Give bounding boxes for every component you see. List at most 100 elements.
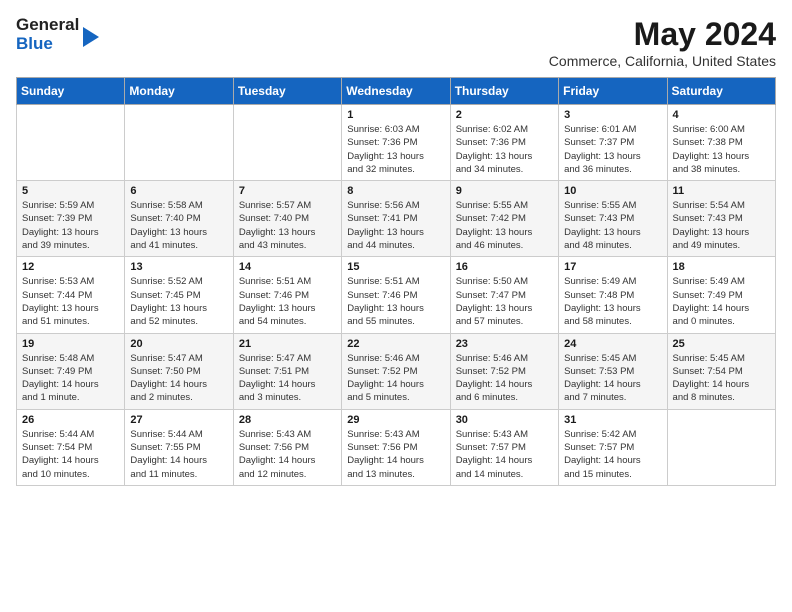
cell-content: Sunrise: 6:00 AM Sunset: 7:38 PM Dayligh… — [673, 123, 770, 176]
day-number: 21 — [239, 338, 336, 350]
calendar-cell: 8Sunrise: 5:56 AM Sunset: 7:41 PM Daylig… — [342, 181, 450, 257]
day-number: 7 — [239, 185, 336, 197]
cell-content: Sunrise: 5:43 AM Sunset: 7:56 PM Dayligh… — [239, 428, 336, 481]
col-header-friday: Friday — [559, 78, 667, 105]
day-number: 11 — [673, 185, 770, 197]
cell-content: Sunrise: 5:48 AM Sunset: 7:49 PM Dayligh… — [22, 352, 119, 405]
day-number: 26 — [22, 414, 119, 426]
calendar-cell: 25 Sunrise: 5:45 AM Sunset: 7:54 PM Dayli… — [667, 333, 775, 409]
calendar-cell: 15 Sunrise: 5:51 AM Sunset: 7:46 PM Dayli… — [342, 257, 450, 333]
col-header-monday: Monday — [125, 78, 233, 105]
day-number: 29 — [347, 414, 444, 426]
calendar-cell: 14Sunrise: 5:51 AM Sunset: 7:46 PM Dayli… — [233, 257, 341, 333]
calendar-cell: 7 Sunrise: 5:57 AM Sunset: 7:40 PM Daylig… — [233, 181, 341, 257]
day-number: 10 — [564, 185, 661, 197]
calendar-cell: 10 Sunrise: 5:55 AM Sunset: 7:43 PM Dayli… — [559, 181, 667, 257]
calendar-cell: 28 Sunrise: 5:43 AM Sunset: 7:56 PM Dayli… — [233, 409, 341, 485]
col-header-thursday: Thursday — [450, 78, 558, 105]
col-header-tuesday: Tuesday — [233, 78, 341, 105]
subtitle: Commerce, California, United States — [549, 53, 776, 69]
calendar-cell: 6 Sunrise: 5:58 AM Sunset: 7:40 PM Daylig… — [125, 181, 233, 257]
calendar-cell: 5Sunrise: 5:59 AM Sunset: 7:39 PM Daylig… — [17, 181, 125, 257]
calendar-cell — [17, 105, 125, 181]
cell-content: Sunrise: 5:58 AM Sunset: 7:40 PM Dayligh… — [130, 199, 227, 252]
day-number: 1 — [347, 109, 444, 121]
cell-content: Sunrise: 6:02 AM Sunset: 7:36 PM Dayligh… — [456, 123, 553, 176]
logo-blue: Blue — [16, 35, 79, 54]
day-number: 15 — [347, 261, 444, 273]
calendar-cell: 16 Sunrise: 5:50 AM Sunset: 7:47 PM Dayli… — [450, 257, 558, 333]
calendar-cell — [125, 105, 233, 181]
week-row-5: 26 Sunrise: 5:44 AM Sunset: 7:54 PM Dayli… — [17, 409, 776, 485]
calendar-header-row: SundayMondayTuesdayWednesdayThursdayFrid… — [17, 78, 776, 105]
calendar-cell: 11Sunrise: 5:54 AM Sunset: 7:43 PM Dayli… — [667, 181, 775, 257]
calendar-cell: 21 Sunrise: 5:47 AM Sunset: 7:51 PM Dayli… — [233, 333, 341, 409]
cell-content: Sunrise: 5:57 AM Sunset: 7:40 PM Dayligh… — [239, 199, 336, 252]
day-number: 3 — [564, 109, 661, 121]
day-number: 12 — [22, 261, 119, 273]
day-number: 6 — [130, 185, 227, 197]
day-number: 20 — [130, 338, 227, 350]
cell-content: Sunrise: 5:46 AM Sunset: 7:52 PM Dayligh… — [347, 352, 444, 405]
week-row-2: 5Sunrise: 5:59 AM Sunset: 7:39 PM Daylig… — [17, 181, 776, 257]
title-block: May 2024 Commerce, California, United St… — [549, 16, 776, 69]
calendar-cell: 27 Sunrise: 5:44 AM Sunset: 7:55 PM Dayli… — [125, 409, 233, 485]
cell-content: Sunrise: 5:53 AM Sunset: 7:44 PM Dayligh… — [22, 275, 119, 328]
calendar-cell: 22 Sunrise: 5:46 AM Sunset: 7:52 PM Dayli… — [342, 333, 450, 409]
day-number: 24 — [564, 338, 661, 350]
calendar-cell: 1Sunrise: 6:03 AM Sunset: 7:36 PM Daylig… — [342, 105, 450, 181]
calendar-cell: 29 Sunrise: 5:43 AM Sunset: 7:56 PM Dayli… — [342, 409, 450, 485]
cell-content: Sunrise: 5:43 AM Sunset: 7:56 PM Dayligh… — [347, 428, 444, 481]
day-number: 22 — [347, 338, 444, 350]
cell-content: Sunrise: 5:51 AM Sunset: 7:46 PM Dayligh… — [347, 275, 444, 328]
cell-content: Sunrise: 5:47 AM Sunset: 7:51 PM Dayligh… — [239, 352, 336, 405]
logo-text: General Blue — [16, 16, 79, 53]
cell-content: Sunrise: 5:50 AM Sunset: 7:47 PM Dayligh… — [456, 275, 553, 328]
day-number: 31 — [564, 414, 661, 426]
day-number: 2 — [456, 109, 553, 121]
calendar-cell: 9 Sunrise: 5:55 AM Sunset: 7:42 PM Daylig… — [450, 181, 558, 257]
cell-content: Sunrise: 5:45 AM Sunset: 7:53 PM Dayligh… — [564, 352, 661, 405]
day-number: 23 — [456, 338, 553, 350]
day-number: 27 — [130, 414, 227, 426]
calendar-table: SundayMondayTuesdayWednesdayThursdayFrid… — [16, 77, 776, 486]
day-number: 25 — [673, 338, 770, 350]
day-number: 13 — [130, 261, 227, 273]
day-number: 16 — [456, 261, 553, 273]
week-row-3: 12 Sunrise: 5:53 AM Sunset: 7:44 PM Dayli… — [17, 257, 776, 333]
day-number: 4 — [673, 109, 770, 121]
cell-content: Sunrise: 5:45 AM Sunset: 7:54 PM Dayligh… — [673, 352, 770, 405]
day-number: 17 — [564, 261, 661, 273]
cell-content: Sunrise: 5:42 AM Sunset: 7:57 PM Dayligh… — [564, 428, 661, 481]
calendar-cell: 26 Sunrise: 5:44 AM Sunset: 7:54 PM Dayli… — [17, 409, 125, 485]
cell-content: Sunrise: 5:49 AM Sunset: 7:48 PM Dayligh… — [564, 275, 661, 328]
calendar-cell: 20Sunrise: 5:47 AM Sunset: 7:50 PM Dayli… — [125, 333, 233, 409]
cell-content: Sunrise: 5:55 AM Sunset: 7:43 PM Dayligh… — [564, 199, 661, 252]
col-header-saturday: Saturday — [667, 78, 775, 105]
week-row-4: 19Sunrise: 5:48 AM Sunset: 7:49 PM Dayli… — [17, 333, 776, 409]
cell-content: Sunrise: 5:51 AM Sunset: 7:46 PM Dayligh… — [239, 275, 336, 328]
week-row-1: 1Sunrise: 6:03 AM Sunset: 7:36 PM Daylig… — [17, 105, 776, 181]
cell-content: Sunrise: 5:49 AM Sunset: 7:49 PM Dayligh… — [673, 275, 770, 328]
cell-content: Sunrise: 5:44 AM Sunset: 7:55 PM Dayligh… — [130, 428, 227, 481]
calendar-cell: 23 Sunrise: 5:46 AM Sunset: 7:52 PM Dayli… — [450, 333, 558, 409]
calendar-cell: 19Sunrise: 5:48 AM Sunset: 7:49 PM Dayli… — [17, 333, 125, 409]
calendar-cell: 2 Sunrise: 6:02 AM Sunset: 7:36 PM Daylig… — [450, 105, 558, 181]
calendar-cell: 4 Sunrise: 6:00 AM Sunset: 7:38 PM Daylig… — [667, 105, 775, 181]
calendar-cell: 18 Sunrise: 5:49 AM Sunset: 7:49 PM Dayli… — [667, 257, 775, 333]
day-number: 28 — [239, 414, 336, 426]
calendar-cell — [233, 105, 341, 181]
calendar-cell — [667, 409, 775, 485]
calendar-cell: 30Sunrise: 5:43 AM Sunset: 7:57 PM Dayli… — [450, 409, 558, 485]
cell-content: Sunrise: 5:46 AM Sunset: 7:52 PM Dayligh… — [456, 352, 553, 405]
day-number: 18 — [673, 261, 770, 273]
logo: General Blue — [16, 16, 99, 53]
logo-general: General — [16, 16, 79, 35]
cell-content: Sunrise: 5:55 AM Sunset: 7:42 PM Dayligh… — [456, 199, 553, 252]
calendar-cell: 17 Sunrise: 5:49 AM Sunset: 7:48 PM Dayli… — [559, 257, 667, 333]
day-number: 9 — [456, 185, 553, 197]
cell-content: Sunrise: 5:44 AM Sunset: 7:54 PM Dayligh… — [22, 428, 119, 481]
day-number: 5 — [22, 185, 119, 197]
day-number: 8 — [347, 185, 444, 197]
col-header-sunday: Sunday — [17, 78, 125, 105]
